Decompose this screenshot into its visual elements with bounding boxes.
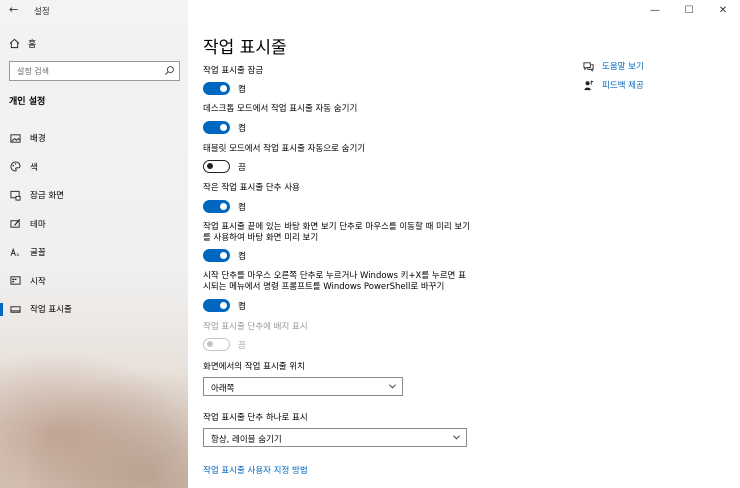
customize-taskbar-link[interactable]: 작업 표시줄 사용자 지정 방법 bbox=[203, 464, 308, 476]
sidebar-item-lock-screen[interactable]: 잠금 화면 bbox=[0, 181, 188, 210]
toggle-small-buttons[interactable] bbox=[203, 200, 230, 213]
toggle-peek[interactable] bbox=[203, 249, 230, 262]
toggle-row-powershell: 켬 bbox=[203, 299, 246, 312]
sidebar-nav: 배경 색 잠금 화면 테마 a 글꼴 시작 작업 표시줄 bbox=[0, 124, 188, 324]
sidebar-item-start[interactable]: 시작 bbox=[0, 267, 188, 296]
toggle-lock-taskbar[interactable] bbox=[203, 82, 230, 95]
taskbar-icon bbox=[9, 303, 21, 315]
sidebar-item-label: 테마 bbox=[30, 219, 46, 230]
position-select[interactable]: 아래쪽 bbox=[203, 377, 403, 396]
setting-label-small-buttons: 작은 작업 표시줄 단추 사용 bbox=[203, 183, 300, 193]
toggle-autohide-tablet[interactable] bbox=[203, 160, 230, 173]
setting-label-combine: 작업 표시줄 단추 하나로 표시 bbox=[203, 413, 308, 423]
sidebar-item-label: 작업 표시줄 bbox=[30, 305, 72, 316]
sidebar-item-label: 글꼴 bbox=[30, 248, 46, 259]
home-link[interactable]: 홈 bbox=[9, 37, 36, 50]
toggle-row-autohide-desktop: 켬 bbox=[203, 121, 246, 134]
setting-label-peek: 작업 표시줄 끝에 있는 바탕 화면 보기 단추로 마우스를 이동할 때 미리 … bbox=[203, 222, 471, 243]
get-help-link[interactable]: 도움말 보기 bbox=[583, 60, 644, 72]
feedback-link[interactable]: 피드백 제공 bbox=[583, 79, 644, 91]
toggle-knob bbox=[220, 252, 227, 259]
back-arrow-icon[interactable]: ← bbox=[9, 3, 18, 16]
position-value: 아래쪽 bbox=[211, 384, 235, 394]
home-icon bbox=[9, 38, 20, 49]
toggle-knob bbox=[207, 341, 213, 347]
toggle-autohide-desktop[interactable] bbox=[203, 121, 230, 134]
setting-label-autohide-desktop: 데스크톱 모드에서 작업 표시줄 자동 숨기기 bbox=[203, 104, 358, 114]
section-title: 개인 설정 bbox=[9, 97, 46, 107]
lock-screen-icon bbox=[9, 189, 21, 201]
setting-label-lock-taskbar: 작업 표시줄 잠금 bbox=[203, 66, 264, 76]
toggle-row-autohide-tablet: 끔 bbox=[203, 160, 246, 173]
title-bar: ← 설정 bbox=[0, 0, 188, 22]
home-label: 홈 bbox=[28, 40, 37, 50]
background-blur bbox=[0, 350, 188, 488]
svg-text:a: a bbox=[16, 253, 19, 258]
toggle-row-lock-taskbar: 켬 bbox=[203, 82, 246, 95]
toggle-row-badges: 끔 bbox=[203, 338, 246, 351]
toggle-knob bbox=[220, 124, 227, 131]
picture-icon bbox=[9, 132, 21, 144]
app-title: 설정 bbox=[34, 7, 50, 17]
sidebar-item-background[interactable]: 배경 bbox=[0, 124, 188, 153]
sidebar-item-label: 배경 bbox=[30, 134, 46, 145]
search-input[interactable]: 설정 검색 bbox=[9, 61, 180, 81]
toggle-row-small-buttons: 켬 bbox=[203, 200, 246, 213]
toggle-badges bbox=[203, 338, 230, 351]
brush-icon bbox=[9, 218, 21, 230]
palette-icon bbox=[9, 161, 21, 173]
feedback-label: 피드백 제공 bbox=[602, 81, 644, 91]
help-chat-icon bbox=[583, 61, 594, 72]
setting-label-autohide-tablet: 태블릿 모드에서 작업 표시줄 자동으로 숨기기 bbox=[203, 144, 366, 154]
combine-select[interactable]: 항상, 레이블 숨기기 bbox=[203, 428, 467, 447]
search-placeholder: 설정 검색 bbox=[17, 67, 49, 76]
start-icon bbox=[9, 275, 21, 287]
sidebar-item-label: 시작 bbox=[30, 276, 46, 287]
toggle-state: 켬 bbox=[238, 123, 246, 134]
font-icon: a bbox=[9, 246, 21, 258]
sidebar-item-theme[interactable]: 테마 bbox=[0, 210, 188, 239]
toggle-state: 끔 bbox=[238, 340, 246, 351]
toggle-knob bbox=[220, 85, 227, 92]
setting-label-position: 화면에서의 작업 표시줄 위치 bbox=[203, 362, 305, 372]
page-title: 작업 표시줄 bbox=[203, 38, 287, 58]
setting-label-badges: 작업 표시줄 단추에 배지 표시 bbox=[203, 322, 308, 332]
setting-label-powershell: 시작 단추를 마우스 오른쪽 단추로 누르거나 Windows 키+X를 누르면… bbox=[203, 271, 466, 292]
sidebar: ← 설정 홈 설정 검색 개인 설정 배경 색 잠금 화면 테마 a 글꼴 시작… bbox=[0, 0, 188, 488]
chevron-down-icon bbox=[389, 384, 396, 389]
toggle-state: 켬 bbox=[238, 202, 246, 213]
toggle-state: 켬 bbox=[238, 251, 246, 262]
sidebar-item-fonts[interactable]: a 글꼴 bbox=[0, 238, 188, 267]
sidebar-item-label: 색 bbox=[30, 162, 38, 173]
combine-value: 항상, 레이블 숨기기 bbox=[211, 435, 282, 445]
sidebar-item-color[interactable]: 색 bbox=[0, 153, 188, 182]
get-help-label: 도움말 보기 bbox=[602, 62, 644, 72]
toggle-knob bbox=[207, 163, 213, 169]
toggle-powershell[interactable] bbox=[203, 299, 230, 312]
sidebar-item-label: 잠금 화면 bbox=[30, 191, 64, 202]
toggle-knob bbox=[220, 203, 227, 210]
feedback-person-icon bbox=[584, 80, 594, 90]
search-icon[interactable] bbox=[164, 65, 175, 76]
toggle-state: 끔 bbox=[238, 162, 246, 173]
toggle-state: 켬 bbox=[238, 84, 246, 95]
toggle-knob bbox=[220, 302, 227, 309]
sidebar-item-taskbar[interactable]: 작업 표시줄 bbox=[0, 295, 188, 324]
toggle-state: 켬 bbox=[238, 301, 246, 312]
chevron-down-icon bbox=[453, 435, 460, 440]
toggle-row-peek: 켬 bbox=[203, 249, 246, 262]
main-content: 작업 표시줄 작업 표시줄 잠금 켬 데스크톱 모드에서 작업 표시줄 자동 숨… bbox=[203, 0, 740, 488]
